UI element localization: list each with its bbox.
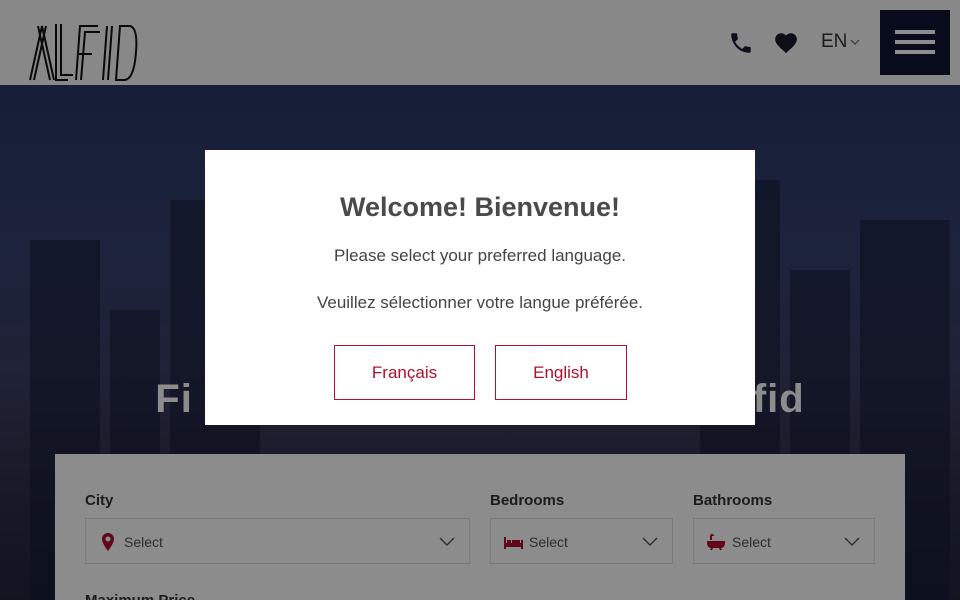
modal-title: Welcome! Bienvenue! [339,192,621,222]
francais-button[interactable]: Français [334,345,475,400]
modal-text-french: Veuillez sélectionner votre langue préfé… [316,293,644,312]
language-modal: Welcome! Bienvenue! Please select your p… [205,150,755,425]
modal-text-english: Please select your preferred language. [333,246,626,265]
english-button[interactable]: English [495,345,627,400]
